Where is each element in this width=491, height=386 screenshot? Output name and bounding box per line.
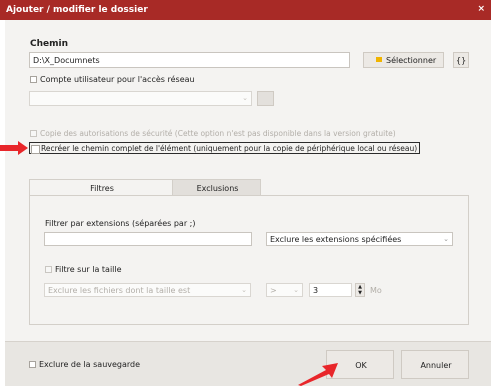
cancel-button-label: Annuler: [420, 361, 452, 370]
size-value: 3: [313, 286, 319, 295]
tab-exclusions-label: Exclusions: [196, 184, 239, 193]
network-account-select[interactable]: ⌄: [29, 91, 252, 106]
size-operator-select[interactable]: > ⌄: [266, 283, 303, 297]
chevron-down-icon: ⌄: [443, 235, 449, 243]
window-title: Ajouter / modifier le dossier: [6, 5, 148, 15]
recreate-path-option[interactable]: Recréer le chemin complet de l'élément (…: [29, 142, 420, 154]
variables-button[interactable]: {}: [453, 52, 469, 68]
tab-exclusions[interactable]: Exclusions: [172, 179, 261, 196]
extensions-label: Filtrer par extensions (séparées par ;): [45, 219, 196, 228]
select-folder-label: Sélectionner: [386, 56, 437, 65]
exclude-backup-label: Exclure de la sauvegarde: [39, 360, 141, 369]
copy-security-label: Copie des autorisations de sécurité (Cet…: [40, 129, 396, 138]
size-mode-value: Exclure les fichiers dont la taille est: [48, 286, 191, 295]
size-mode-select[interactable]: Exclure les fichiers dont la taille est …: [44, 283, 251, 297]
size-unit: Mo: [370, 286, 382, 295]
extensions-input[interactable]: [44, 232, 252, 246]
filters-panel: [29, 195, 469, 325]
path-input[interactable]: D:\X_Documnets: [29, 52, 350, 68]
variables-label: {}: [456, 56, 467, 65]
annotation-arrow-icon: [298, 363, 338, 386]
close-icon[interactable]: ×: [477, 4, 485, 14]
size-filter-checkbox[interactable]: [45, 266, 52, 273]
path-value: D:\X_Documnets: [33, 56, 100, 65]
chevron-down-icon: ⌄: [242, 94, 248, 102]
annotation-arrow-icon: [0, 141, 28, 155]
size-operator-value: >: [270, 286, 277, 295]
title-bar: Ajouter / modifier le dossier ×: [0, 0, 491, 20]
size-value-input[interactable]: 3: [309, 283, 352, 297]
size-stepper[interactable]: ▲ ▼: [355, 283, 365, 297]
stepper-down-icon[interactable]: ▼: [356, 290, 364, 296]
exclude-backup-checkbox[interactable]: [29, 361, 36, 368]
recreate-path-label: Recréer le chemin complet de l'élément (…: [41, 144, 418, 153]
select-folder-button[interactable]: Sélectionner: [363, 52, 444, 68]
tab-filters-label: Filtres: [90, 184, 114, 193]
recreate-path-checkbox[interactable]: [31, 145, 40, 154]
extensions-mode-select[interactable]: Exclure les extensions spécifiées ⌄: [266, 232, 453, 246]
extensions-mode-value: Exclure les extensions spécifiées: [270, 235, 402, 244]
network-account-checkbox[interactable]: [30, 76, 37, 83]
cancel-button[interactable]: Annuler: [401, 350, 469, 379]
network-account-label: Compte utilisateur pour l'accès réseau: [40, 75, 195, 84]
copy-security-checkbox[interactable]: [30, 130, 37, 137]
chevron-down-icon: ⌄: [241, 286, 247, 294]
size-filter-label: Filtre sur la taille: [55, 265, 122, 274]
chevron-down-icon: ⌄: [293, 286, 299, 294]
network-account-edit-button[interactable]: [257, 91, 274, 106]
path-label: Chemin: [30, 39, 68, 49]
folder-icon: [376, 57, 382, 62]
tab-filters[interactable]: Filtres: [29, 179, 173, 196]
